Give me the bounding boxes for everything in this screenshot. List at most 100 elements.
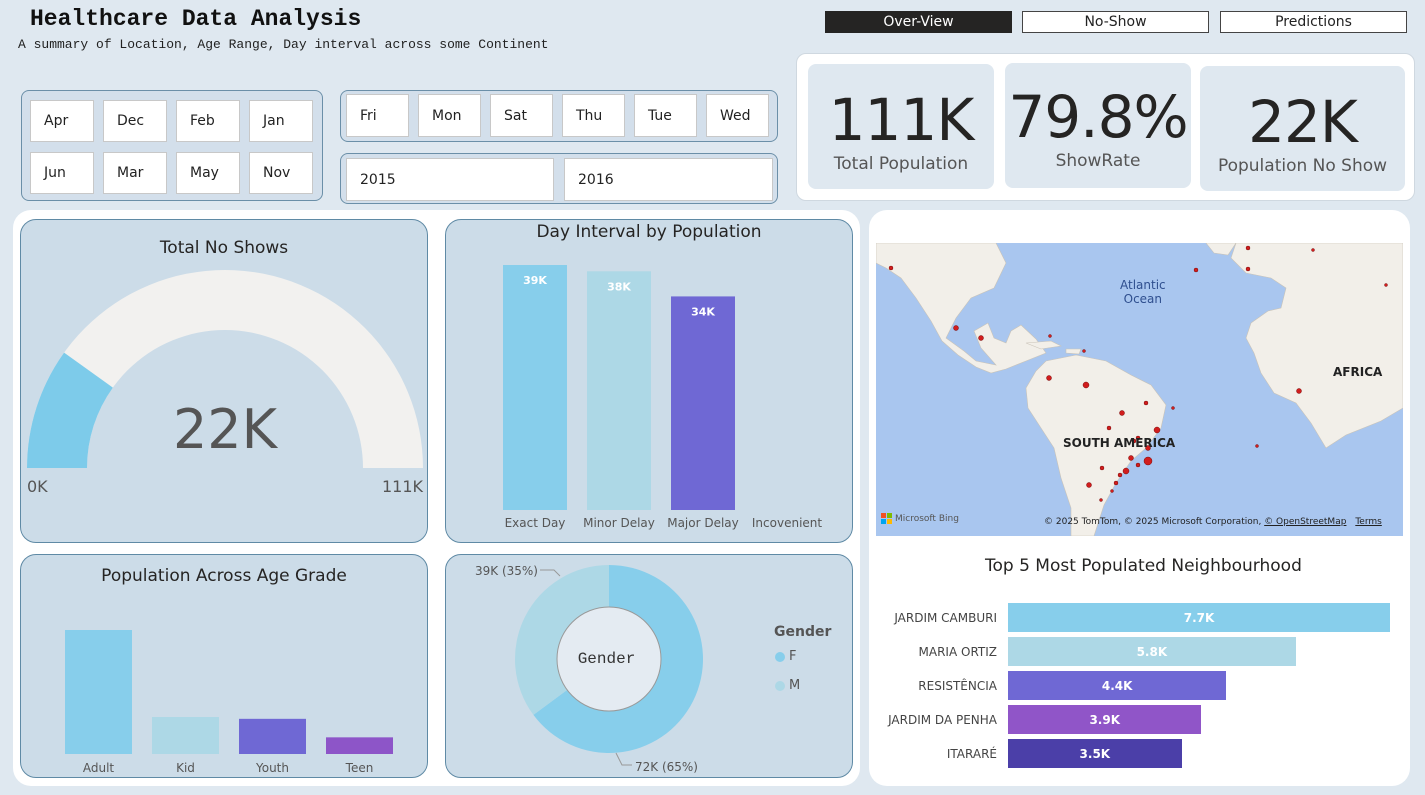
month-chip[interactable]: Jun [30, 152, 94, 194]
gender-donut-chart [515, 565, 703, 766]
year-chip[interactable]: 2015 [346, 158, 554, 201]
location-map[interactable]: Atlantic Ocean SOUTH AMERICA AFRICA Micr… [876, 243, 1403, 536]
month-chip[interactable]: May [176, 152, 240, 194]
year-slicer: 2015 2016 [340, 153, 778, 204]
legend-title: Gender [774, 624, 832, 640]
month-chip[interactable]: Nov [249, 152, 313, 194]
map-ocean-label: Atlantic Ocean [1120, 278, 1166, 306]
gauge-chart [27, 270, 423, 468]
leader-line [615, 752, 632, 766]
map-attribution: © 2025 TomTom, © 2025 Microsoft Corporat… [1044, 517, 1382, 527]
neighbourhood-label: JARDIM DA PENHA [888, 713, 997, 727]
legend-label: F [789, 649, 797, 664]
age-grade-card: Population Across Age Grade Adult Kid Yout… [20, 554, 428, 778]
x-tick-label: Exact Day [505, 516, 566, 530]
gauge-value: 22K [172, 398, 278, 461]
map-continent-south-america: SOUTH AMERICA [1063, 436, 1176, 450]
x-tick-label: Major Delay [667, 516, 739, 530]
terms-link[interactable]: Terms [1355, 517, 1382, 527]
month-chip[interactable]: Feb [176, 100, 240, 142]
kpi-show-rate: 79.8% ShowRate [1005, 63, 1191, 188]
map-continent-africa: AFRICA [1333, 365, 1383, 379]
x-tick-label: Minor Delay [583, 516, 655, 530]
neighbourhood-bar[interactable]: 4.4K [1008, 671, 1227, 700]
legend-item-m[interactable]: M [775, 678, 800, 693]
neighbourhood-label: RESISTÊNCIA [918, 679, 997, 693]
bar[interactable] [587, 271, 651, 510]
bar[interactable] [671, 296, 735, 510]
neighbourhood-chart: JARDIM CAMBURI 7.7K MARIA ORTIZ 5.8K RESISTÊ… [869, 600, 1410, 775]
age-grade-chart: Adult Kid Youth Teen [65, 630, 393, 775]
nav-overview-button[interactable]: Over-View [825, 11, 1012, 33]
neighbourhood-bar[interactable]: 5.8K [1008, 637, 1296, 666]
kpi-label: Population No Show [1217, 156, 1388, 176]
bar[interactable] [152, 716, 219, 754]
nav-noshow-button[interactable]: No-Show [1022, 11, 1209, 33]
neighbourhood-label: JARDIM CAMBURI [894, 611, 997, 625]
legend-swatch [775, 680, 785, 691]
donut-center-label: Gender [577, 650, 636, 668]
weekday-chip[interactable]: Wed [706, 94, 769, 137]
ocean-label-line: Atlantic [1120, 278, 1166, 292]
day-interval-card: Day Interval by Population 39K Exact Day 3… [445, 219, 853, 543]
attribution-text: © 2025 TomTom, © 2025 Microsoft Corporat… [1044, 517, 1262, 527]
kpi-total-population: 111K Total Population [808, 64, 994, 189]
page-subtitle: A summary of Location, Age Range, Day in… [18, 37, 549, 52]
weekday-chip[interactable]: Fri [346, 94, 409, 137]
ocean-label-line: Ocean [1123, 292, 1163, 306]
weekday-chip[interactable]: Mon [418, 94, 481, 137]
neighbourhood-bar[interactable]: 3.5K [1008, 739, 1182, 768]
weekday-chip[interactable]: Tue [634, 94, 697, 137]
x-tick-label: Teen [345, 761, 374, 775]
x-tick-label: Incovenient [752, 516, 822, 530]
kpi-label: Total Population [833, 154, 969, 174]
donut-label-f: 72K (65%) [635, 760, 698, 774]
data-label: 39K [523, 274, 547, 287]
x-tick-label: Youth [255, 761, 289, 775]
legend-item-f[interactable]: F [775, 649, 796, 664]
neighbourhood-bar[interactable]: 7.7K [1008, 603, 1390, 632]
microsoft-logo-icon [881, 513, 892, 524]
neighbourhood-title: Top 5 Most Populated Neighbourhood [985, 556, 1302, 576]
bar[interactable] [503, 265, 567, 510]
gauge-min-label: 0K [27, 477, 48, 496]
kpi-no-show: 22K Population No Show [1200, 66, 1405, 191]
gender-card: Gender 39K (35%) 72K (65%) Gender F M [445, 554, 853, 778]
no-shows-gauge-card: Total No Shows 22K 0K 111K [20, 219, 428, 543]
x-tick-label: Adult [83, 761, 115, 775]
data-label: 34K [691, 305, 715, 318]
neighbourhood-bar[interactable]: 3.9K [1008, 705, 1202, 734]
weekday-chip[interactable]: Thu [562, 94, 625, 137]
bing-logo-text: Microsoft Bing [895, 513, 959, 524]
weekday-chip[interactable]: Sat [490, 94, 553, 137]
bar[interactable] [326, 737, 393, 754]
leader-line [540, 569, 561, 577]
nav-predictions-button[interactable]: Predictions [1220, 11, 1407, 33]
month-chip[interactable]: Jan [249, 100, 313, 142]
year-chip[interactable]: 2016 [564, 158, 773, 201]
kpi-value: 79.8% [1008, 83, 1188, 151]
neighbourhood-label: MARIA ORTIZ [918, 645, 997, 659]
bing-logo: Microsoft Bing [881, 513, 959, 524]
bar[interactable] [239, 718, 306, 754]
legend-swatch [775, 651, 785, 662]
month-slicer: Apr Dec Feb Jan Jun Mar May Nov [21, 90, 323, 201]
donut-label-m: 39K (35%) [475, 564, 538, 578]
day-interval-chart: 39K Exact Day 38K Minor Delay 34K Major Delay… [503, 265, 822, 530]
x-tick-label: Kid [176, 761, 195, 775]
osm-link[interactable]: © OpenStreetMap [1264, 517, 1346, 527]
page-title: Healthcare Data Analysis [30, 6, 362, 32]
data-label: 38K [607, 280, 631, 293]
month-chip[interactable]: Dec [103, 100, 167, 142]
neighbourhood-label: ITARARÉ [946, 747, 997, 761]
kpi-value: 22K [1248, 88, 1358, 156]
legend-label: M [789, 678, 801, 693]
kpi-panel: 111K Total Population 79.8% ShowRate 22K… [796, 53, 1415, 201]
month-chip[interactable]: Apr [30, 100, 94, 142]
gauge-max-label: 111K [381, 477, 423, 496]
bar[interactable] [65, 630, 132, 754]
month-chip[interactable]: Mar [103, 152, 167, 194]
kpi-label: ShowRate [1055, 151, 1141, 171]
kpi-value: 111K [828, 86, 975, 154]
weekday-slicer: Fri Mon Sat Thu Tue Wed [340, 90, 778, 142]
